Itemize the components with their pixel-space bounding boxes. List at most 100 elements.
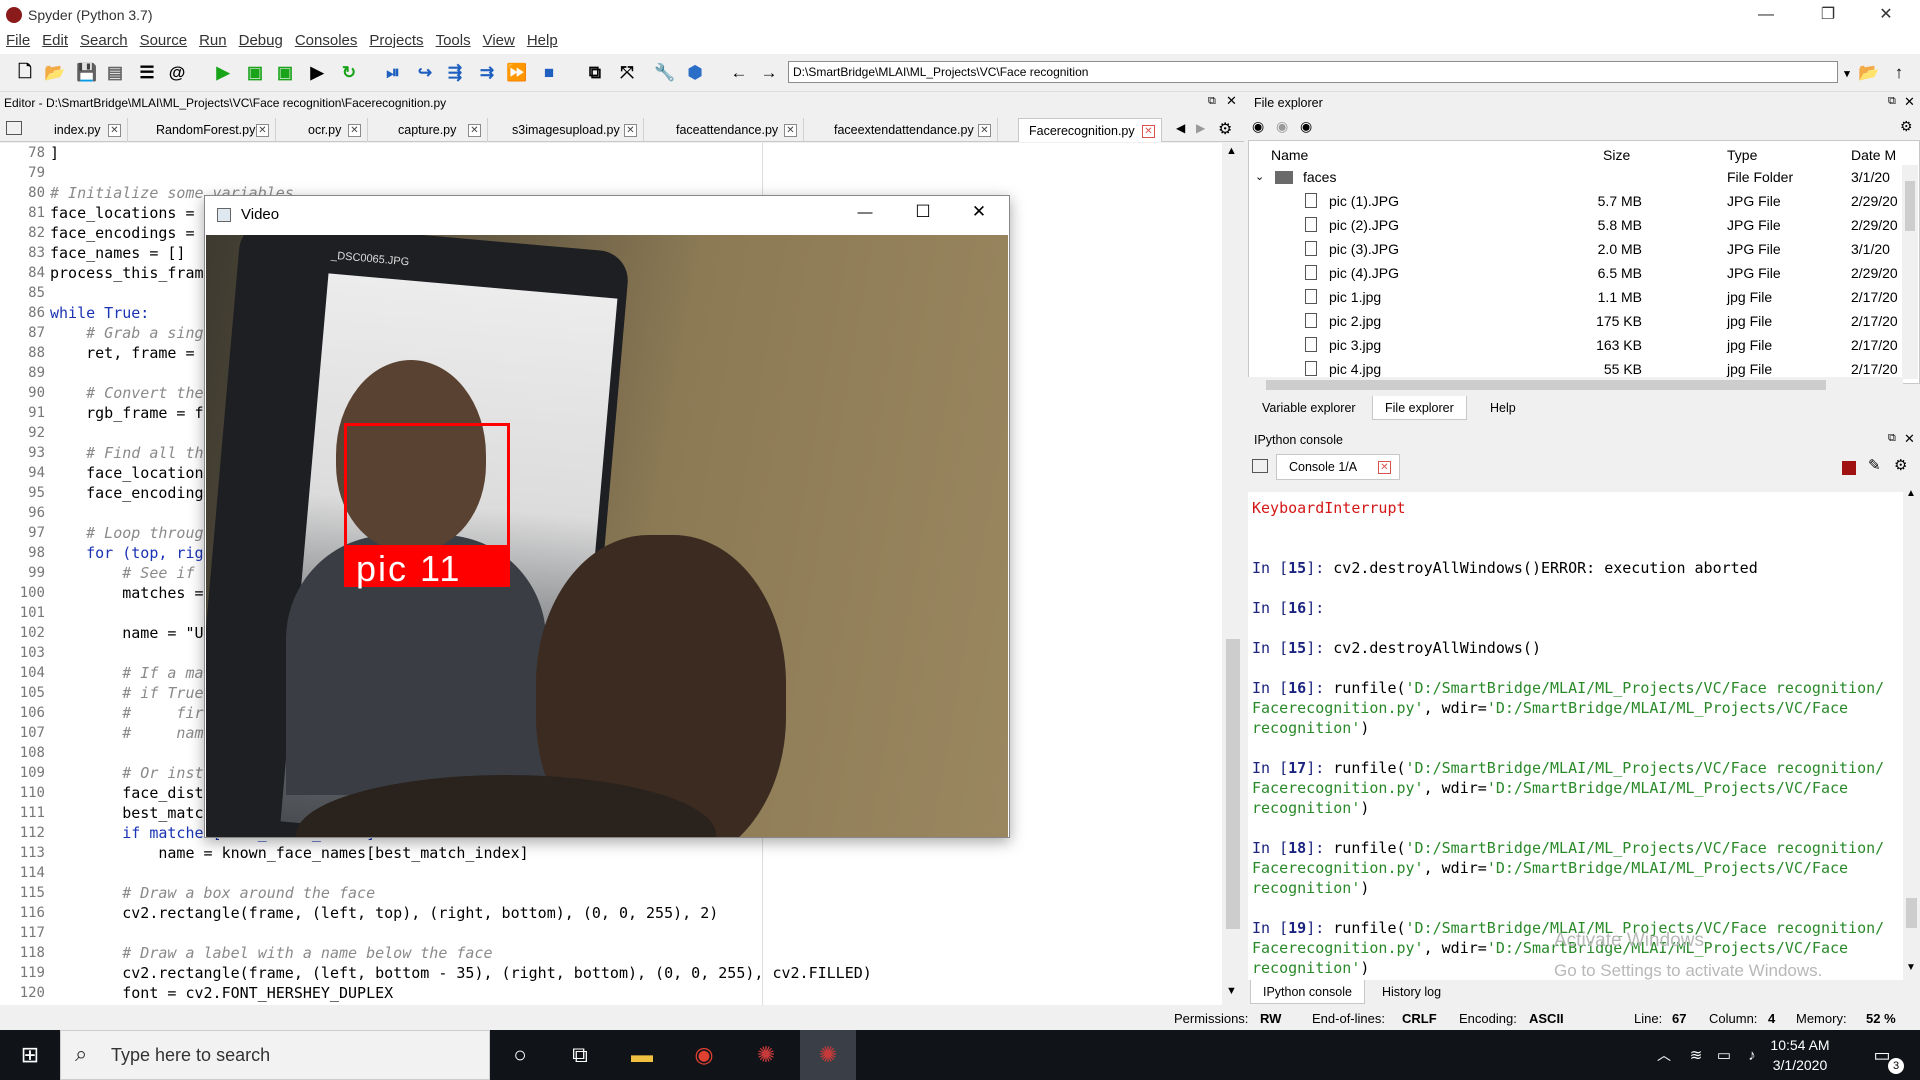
preferences-icon[interactable]: 🔧 (654, 62, 676, 84)
windows-start-icon[interactable]: ⊞ (2, 1030, 58, 1080)
close-tab-icon[interactable]: ✕ (1142, 125, 1155, 138)
chevron-down-icon[interactable]: ▼ (1226, 985, 1237, 997)
chevron-up-icon[interactable]: ▲ (1906, 488, 1916, 499)
file-row[interactable]: pic 2.jpg 175 KB jpg File 2/17/20 (1249, 309, 1904, 333)
parent-directory-icon[interactable]: ◉ (1300, 118, 1312, 135)
menu-edit[interactable]: Edit (36, 30, 74, 51)
code-line[interactable]: 119 cv2.rectangle(frame, (left, bottom -… (0, 963, 1222, 983)
tab-index[interactable]: index.py ✕ (44, 118, 128, 142)
chevron-down-icon[interactable]: ⌄ (1255, 165, 1264, 189)
close-tab-icon[interactable]: ✕ (348, 124, 361, 137)
close-button[interactable]: ✕ (959, 202, 999, 222)
console-output[interactable]: KeyboardInterrupt In [15]: cv2.destroyAll… (1248, 492, 1903, 980)
file-row[interactable]: pic (1).JPG 5.7 MB JPG File 2/29/20 (1249, 189, 1904, 213)
tab-facerecognition[interactable]: Facerecognition.py ✕ (1018, 118, 1162, 142)
file-list-hscrollbar[interactable] (1248, 377, 1903, 393)
file-row[interactable]: pic 3.jpg 163 KB jpg File 2/17/20 (1249, 333, 1904, 357)
tab-history-log[interactable]: History log (1370, 980, 1453, 1004)
run-cell-icon[interactable]: ▣ (244, 62, 266, 84)
step-return-icon[interactable]: ⇉ (476, 62, 498, 84)
working-directory-input[interactable]: D:\SmartBridge\MLAI\ML_Projects\VC\Face … (788, 61, 1838, 83)
run-icon[interactable]: ▶ (212, 62, 234, 84)
gear-icon[interactable]: ⚙ (1894, 456, 1907, 474)
gear-icon[interactable]: ⚙ (1218, 119, 1232, 139)
undock-icon[interactable]: ⧉ (1208, 95, 1216, 108)
chevron-down-icon[interactable]: ▼ (1906, 962, 1916, 973)
run-selection-icon[interactable]: ▶ (306, 62, 328, 84)
forward-icon[interactable]: → (758, 62, 780, 84)
browse-tabs-icon[interactable] (1252, 459, 1268, 473)
column-type[interactable]: Type (1727, 147, 1757, 163)
tab-help[interactable]: Help (1478, 396, 1528, 420)
interrupt-kernel-icon[interactable] (1842, 461, 1856, 475)
file-row[interactable]: pic 1.jpg 1.1 MB jpg File 2/17/20 (1249, 285, 1904, 309)
step-into-icon[interactable]: ⇶ (444, 62, 466, 84)
browse-folder-icon[interactable]: 📂 (1858, 62, 1880, 84)
menu-help[interactable]: Help (521, 30, 564, 51)
spyder-active-taskbar-icon[interactable]: ✺ (800, 1030, 856, 1080)
cortana-icon[interactable]: ○ (492, 1030, 548, 1080)
close-tab-icon[interactable]: ✕ (978, 124, 991, 137)
minimize-button[interactable]: — (1738, 0, 1794, 30)
fullscreen-icon[interactable]: ⤧ (616, 62, 638, 84)
save-all-icon[interactable]: ▤ (104, 62, 126, 84)
tab-faceattendance[interactable]: faceattendance.py ✕ (666, 118, 804, 142)
save-icon[interactable]: 💾 (76, 62, 98, 84)
menu-run[interactable]: Run (193, 30, 233, 51)
scroll-thumb[interactable] (1226, 639, 1240, 929)
close-pane-icon[interactable]: ✕ (1904, 431, 1915, 447)
scroll-thumb[interactable] (1266, 380, 1826, 390)
spyder-taskbar-icon[interactable]: ✺ (738, 1030, 794, 1080)
chevron-up-icon[interactable]: ▲ (1226, 145, 1237, 157)
code-line[interactable]: 118 # Draw a label with a name below the… (0, 943, 1222, 963)
undock-icon[interactable]: ⧉ (1888, 95, 1896, 108)
maximize-button[interactable]: ❐ (1800, 0, 1856, 30)
code-line[interactable]: 115 # Draw a box around the face (0, 883, 1222, 903)
chevron-down-icon[interactable]: ▾ (1836, 62, 1858, 84)
python-path-icon[interactable]: ⬢ (684, 62, 706, 84)
code-line[interactable]: 114 (0, 863, 1222, 883)
task-view-icon[interactable]: ⧉ (552, 1030, 608, 1080)
column-date[interactable]: Date M (1851, 147, 1896, 163)
rerun-icon[interactable]: ↻ (338, 62, 360, 84)
tab-ipython-console[interactable]: IPython console (1250, 980, 1365, 1004)
scroll-thumb[interactable] (1906, 898, 1917, 928)
list-icon[interactable]: ☰ (136, 62, 158, 84)
new-file-icon[interactable]: 🗋 (14, 62, 36, 84)
tab-file-explorer[interactable]: File explorer (1372, 396, 1467, 420)
code-line[interactable]: 79 (0, 163, 1222, 183)
maximize-button[interactable]: ☐ (903, 202, 943, 222)
run-cell-advance-icon[interactable]: ▣ (274, 62, 296, 84)
menu-projects[interactable]: Projects (363, 30, 429, 51)
file-list-scrollbar[interactable] (1902, 165, 1918, 379)
taskbar-search[interactable]: ⌕ Type here to search (60, 1030, 490, 1080)
menu-tools[interactable]: Tools (430, 30, 477, 51)
stop-debug-icon[interactable]: ■ (538, 62, 560, 84)
close-button[interactable]: ✕ (1858, 0, 1914, 30)
tab-randomforest[interactable]: RandomForest.py ✕ (146, 118, 276, 142)
minimize-button[interactable]: — (845, 204, 885, 221)
file-explorer-taskbar-icon[interactable]: ▬ (614, 1030, 670, 1080)
undock-icon[interactable]: ⧉ (1888, 432, 1896, 445)
close-tab-icon[interactable]: ✕ (108, 124, 121, 137)
console-scrollbar[interactable]: ▲ ▼ (1903, 486, 1920, 980)
file-list[interactable]: Name Size Type Date M ⌄ faces File Folder 3… (1248, 140, 1920, 384)
file-row[interactable]: pic (3).JPG 2.0 MB JPG File 3/1/20 (1249, 237, 1904, 261)
close-tab-icon[interactable]: ✕ (784, 124, 797, 137)
parent-directory-icon[interactable]: ↑ (1888, 62, 1910, 84)
menu-view[interactable]: View (477, 30, 521, 51)
file-row[interactable]: pic (4).JPG 6.5 MB JPG File 2/29/20 (1249, 261, 1904, 285)
code-line[interactable]: 117 (0, 923, 1222, 943)
column-name[interactable]: Name (1271, 147, 1308, 163)
tab-variable-explorer[interactable]: Variable explorer (1250, 396, 1368, 420)
file-row[interactable]: ⌄ faces File Folder 3/1/20 (1249, 165, 1904, 189)
code-line[interactable]: 120 font = cv2.FONT_HERSHEY_DUPLEX (0, 983, 1222, 1003)
chrome-icon[interactable]: ◉ (676, 1030, 732, 1080)
close-pane-icon[interactable]: ✕ (1226, 93, 1237, 109)
tab-s3imagesupload[interactable]: s3imagesupload.py ✕ (502, 118, 644, 142)
forward-icon[interactable]: ◉ (1276, 118, 1288, 135)
code-line[interactable]: 78] (0, 143, 1222, 163)
gear-icon[interactable]: ⚙ (1900, 118, 1913, 135)
code-line[interactable]: 113 name = known_face_names[best_match_i… (0, 843, 1222, 863)
clear-console-icon[interactable]: ✎ (1868, 456, 1881, 474)
